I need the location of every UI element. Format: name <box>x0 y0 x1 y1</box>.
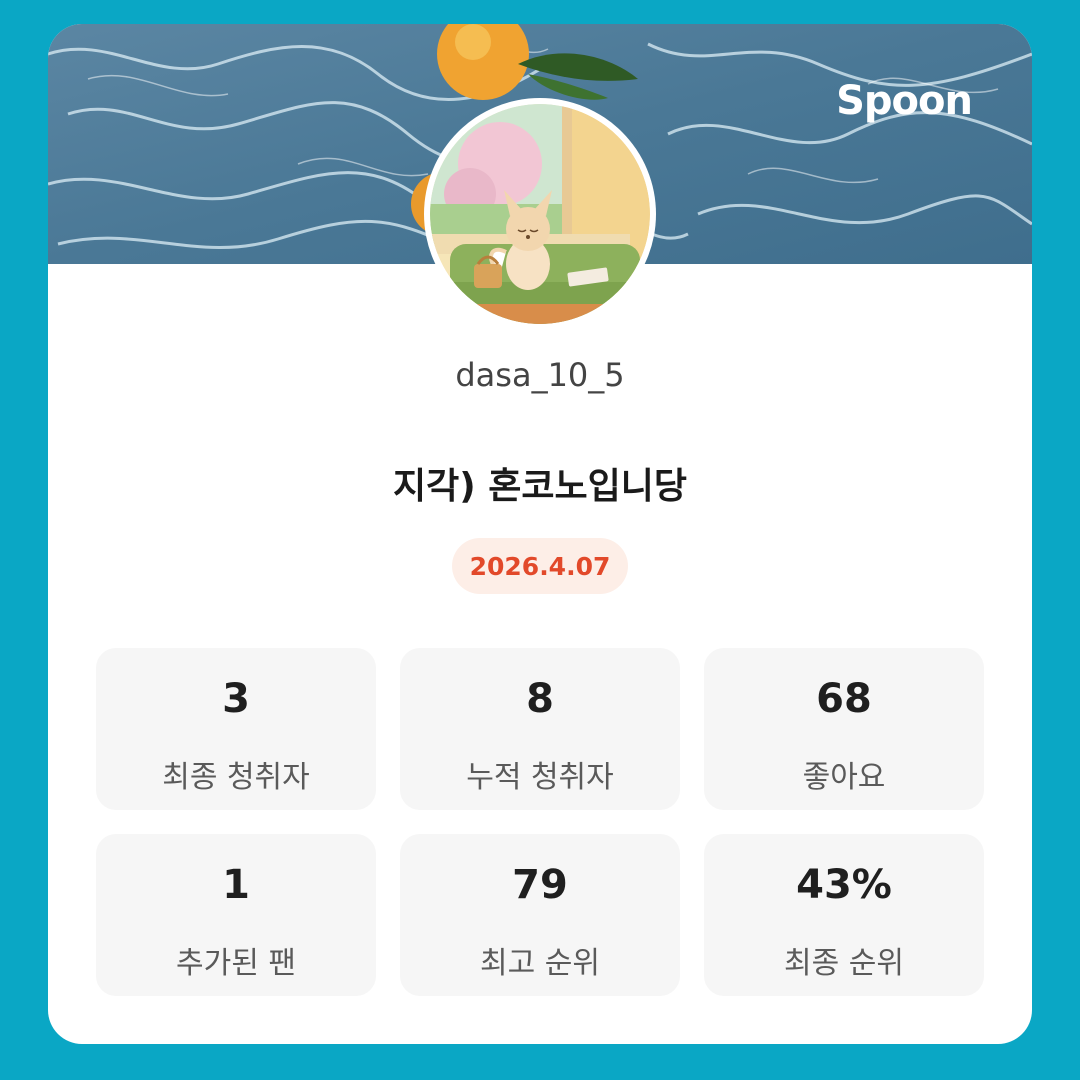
stat-card-final-listeners: 3 최종 청취자 <box>96 648 376 810</box>
stat-label: 누적 청취자 <box>466 760 614 795</box>
stat-card-best-rank: 79 최고 순위 <box>400 834 680 996</box>
stat-label: 좋아요 <box>802 760 886 795</box>
stat-card-total-listeners: 8 누적 청취자 <box>400 648 680 810</box>
stat-value: 79 <box>512 862 568 908</box>
broadcast-title: 지각) 혼코노입니당 <box>393 466 687 507</box>
stat-label: 최고 순위 <box>480 946 600 981</box>
stat-value: 3 <box>222 676 250 722</box>
spoon-logo: Spoon <box>836 78 973 124</box>
stat-value: 43% <box>796 862 892 908</box>
stat-label: 최종 순위 <box>784 946 904 981</box>
stat-card-new-fans: 1 추가된 팬 <box>96 834 376 996</box>
stat-value: 68 <box>816 676 872 722</box>
stats-grid: 3 최종 청취자 8 누적 청취자 68 좋아요 1 추가된 팬 79 최고 순… <box>96 648 984 996</box>
avatar[interactable] <box>424 98 656 330</box>
stat-label: 추가된 팬 <box>176 946 296 981</box>
stat-value: 1 <box>222 862 250 908</box>
stat-value: 8 <box>526 676 554 722</box>
date-badge: 2026.4.07 <box>452 538 628 594</box>
summary-card: Spoon dasa_10_5 지각) 혼코노입니당 2026.4.07 3 최… <box>48 24 1032 1044</box>
stat-label: 최종 청취자 <box>162 760 310 795</box>
stat-card-likes: 68 좋아요 <box>704 648 984 810</box>
username: dasa_10_5 <box>455 356 625 394</box>
stat-card-final-rank: 43% 최종 순위 <box>704 834 984 996</box>
